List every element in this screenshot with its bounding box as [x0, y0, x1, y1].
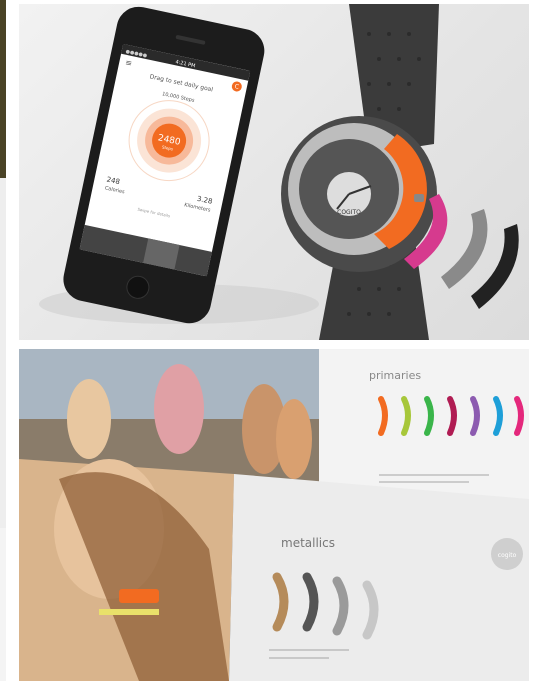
- metallics-title: metallics: [281, 536, 335, 550]
- person-1: [67, 379, 111, 459]
- smartphone: ●●●●● 4:21 PM ≡ C Drag to set daily goal…: [63, 6, 265, 324]
- watch-crown-button: [414, 194, 424, 202]
- bezel-grey: [441, 209, 488, 289]
- metallics-caption-line-2: [269, 657, 329, 659]
- person-2: [154, 364, 204, 454]
- primaries-caption-line-2: [379, 481, 469, 483]
- model-watch: [119, 589, 159, 603]
- watch-brand: COGITO: [337, 209, 361, 216]
- model-bracelet: [99, 609, 159, 615]
- badge-text: cogito: [498, 552, 517, 559]
- primaries-title: primaries: [369, 369, 421, 382]
- product-photo-brochure: primaries metallics cogito: [19, 349, 529, 681]
- metallics-caption-line: [269, 649, 349, 651]
- primaries-caption-line: [379, 474, 489, 476]
- product-photo-phone-watch: COGITO ●●●●● 4:21 PM ≡ C Drag to set dai…: [19, 4, 529, 340]
- left-edge-light: [0, 178, 6, 528]
- person-4: [276, 399, 312, 479]
- phone-watch-illustration: COGITO ●●●●● 4:21 PM ≡ C Drag to set dai…: [39, 4, 519, 340]
- brochure-illustration: primaries metallics cogito: [19, 349, 529, 681]
- left-edge-dark: [0, 0, 6, 178]
- left-edge-light-bottom: [0, 528, 6, 681]
